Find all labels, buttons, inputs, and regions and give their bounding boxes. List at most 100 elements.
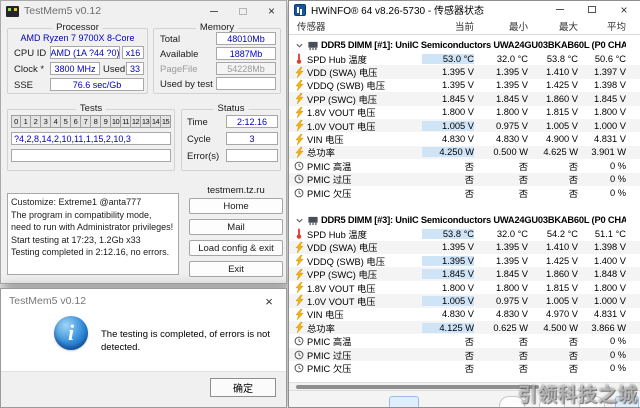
sensor-row[interactable]: VDD (SWA) 电压 1.395 V 1.395 V 1.410 V 1.397 V <box>289 65 640 79</box>
column-maximum[interactable]: 最大 <box>528 19 578 33</box>
sensor-row[interactable]: VDD (SWA) 电压 1.395 V 1.395 V 1.410 V 1.398 V <box>289 240 640 255</box>
hwinfo-app-icon <box>294 3 306 16</box>
toolbar-button[interactable] <box>539 396 565 407</box>
column-sensor[interactable]: 传感器 <box>297 19 422 33</box>
test-toggle-0[interactable]: 0 <box>11 115 21 128</box>
test-toggle-2[interactable]: 2 <box>31 115 41 128</box>
test-sequence-field[interactable]: ?4,2,8,14,2,10,11,1,15,2,10,3 <box>11 132 171 145</box>
test-toggle-3[interactable]: 3 <box>41 115 51 128</box>
sensor-column-header[interactable]: 传感器 当前 最小 最大 平均 <box>289 18 640 35</box>
memory-usedbytest-field[interactable] <box>216 77 276 90</box>
home-button[interactable]: Home <box>189 198 283 214</box>
testmem5-titlebar[interactable]: TestMem5 v0.12 × <box>1 1 286 21</box>
used-field[interactable]: 33 <box>126 62 144 75</box>
status-errors-field <box>226 149 278 162</box>
dialog-titlebar[interactable]: TestMem5 v0.12 × <box>1 289 286 313</box>
sensor-row[interactable]: VDDQ (SWB) 电压 1.395 V 1.395 V 1.425 V 1.398 … <box>289 79 640 92</box>
toolbar-button[interactable] <box>615 396 639 407</box>
exit-button[interactable]: Exit <box>189 261 283 277</box>
test-toggle-9[interactable]: 9 <box>101 115 111 128</box>
average-value: 1.800 V <box>593 107 626 118</box>
sensor-row[interactable]: PMIC 过压 否 否 否 0 % <box>289 347 640 362</box>
voltage-icon <box>293 79 305 91</box>
sensor-row[interactable]: SPD Hub 温度 53.8 °C 32.0 °C 54.2 °C 51.1 °C <box>289 227 640 240</box>
maximize-button[interactable] <box>228 2 257 21</box>
maximum-value: 1.815 V <box>545 107 578 118</box>
sensor-row[interactable]: VDDQ (SWB) 电压 1.395 V 1.395 V 1.425 V 1.400 … <box>289 254 640 267</box>
toolbar-button[interactable] <box>389 396 419 407</box>
sensor-row[interactable]: VIN 电压 4.830 V 4.830 V 4.970 V 4.831 V <box>289 308 640 321</box>
maximum-value: 1.410 V <box>545 67 578 78</box>
toolbar-button[interactable] <box>579 396 605 407</box>
sensor-row[interactable]: PMIC 欠压 否 否 否 0 % <box>289 186 640 199</box>
sensor-row[interactable]: 总功率 4.125 W 0.625 W 4.500 W 3.866 W <box>289 321 640 335</box>
sensor-row[interactable]: 1.0V VOUT 电压 1.005 V 0.975 V 1.005 V 1.000 V <box>289 294 640 308</box>
test-toggle-11[interactable]: 11 <box>121 115 131 128</box>
sensor-section-header[interactable]: DDR5 DIMM [#1]: UniIC Semiconductors UWA… <box>289 38 640 52</box>
test-toggle-13[interactable]: 13 <box>141 115 151 128</box>
sensor-label: PMIC 高温 <box>307 161 352 172</box>
minimum-value: 1.395 V <box>495 80 528 91</box>
minimize-button[interactable] <box>199 2 228 21</box>
sensor-row[interactable]: PMIC 过压 否 否 否 0 % <box>289 172 640 186</box>
test-toggle-4[interactable]: 4 <box>51 115 61 128</box>
sensor-label: PMIC 欠压 <box>307 188 352 199</box>
sensor-row[interactable]: VIN 电压 4.830 V 4.830 V 4.900 V 4.831 V <box>289 132 640 145</box>
test-toggle-5[interactable]: 5 <box>61 115 71 128</box>
test-toggle-1[interactable]: 1 <box>21 115 31 128</box>
sensor-row[interactable]: SPD Hub 温度 53.0 °C 32.0 °C 53.8 °C 50.6 °C <box>289 52 640 65</box>
sensor-row[interactable]: 1.0V VOUT 电压 1.005 V 0.975 V 1.005 V 1.000 V <box>289 118 640 133</box>
memory-total-field[interactable]: 48010Mb <box>216 32 276 45</box>
load-config-exit-button[interactable]: Load config & exit <box>189 240 283 256</box>
chevron-down-icon[interactable] <box>293 41 305 50</box>
column-current[interactable]: 当前 <box>422 19 474 33</box>
current-value: 1.800 V <box>441 282 474 293</box>
sensor-row[interactable]: VPP (SWC) 电压 1.845 V 1.845 V 1.860 V 1.845 V <box>289 92 640 106</box>
ram-icon <box>307 215 319 226</box>
close-button[interactable]: × <box>257 2 286 21</box>
hwinfo-maximize-button[interactable] <box>576 2 608 18</box>
sensor-row[interactable]: VPP (SWC) 电压 1.845 V 1.845 V 1.860 V 1.848 V <box>289 267 640 281</box>
status-cycle-field: 3 <box>226 132 278 145</box>
test-toggle-7[interactable]: 7 <box>81 115 91 128</box>
dialog-close-icon[interactable]: × <box>252 290 286 313</box>
hwinfo-minimize-button[interactable] <box>544 2 576 18</box>
status-time-field: 2:12.16 <box>226 115 278 128</box>
test-toggle-14[interactable]: 14 <box>151 115 161 128</box>
test-toggle-6[interactable]: 6 <box>71 115 81 128</box>
clock-field[interactable]: 3800 MHz <box>50 62 100 75</box>
scrollbar-thumb[interactable] <box>296 385 539 389</box>
sensor-row[interactable]: PMIC 欠压 否 否 否 0 % <box>289 361 640 374</box>
sensor-row[interactable]: 1.8V VOUT 电压 1.800 V 1.800 V 1.815 V 1.800 V <box>289 281 640 294</box>
mail-button[interactable]: Mail <box>189 219 283 235</box>
status-cycle-label: Cycle <box>187 134 211 145</box>
cpu-id-field[interactable]: AMD (1A ?44 ?0) <box>50 46 120 59</box>
average-value: 0 % <box>609 349 626 360</box>
site-link[interactable]: testmem.tz.ru <box>189 185 283 196</box>
test-toggle-12[interactable]: 12 <box>131 115 141 128</box>
test-toggle-8[interactable]: 8 <box>91 115 101 128</box>
test-extra-field[interactable] <box>11 149 171 162</box>
memory-pagefile-field: 54228Mb <box>216 62 276 75</box>
memory-available-field[interactable]: 1887Mb <box>216 47 276 60</box>
test-toggle-15[interactable]: 15 <box>161 115 171 128</box>
log-area[interactable]: Customize: Extreme1 @anta777 The program… <box>7 193 179 275</box>
sensor-row[interactable]: 1.8V VOUT 电压 1.800 V 1.800 V 1.815 V 1.800 V <box>289 106 640 119</box>
toolbar-button[interactable] <box>499 396 525 407</box>
hwinfo-titlebar[interactable]: HWiNFO® 64 v8.26-5730 - 传感器状态 × <box>289 1 640 18</box>
chevron-down-icon[interactable] <box>293 216 305 225</box>
hwinfo-close-button[interactable]: × <box>608 2 640 18</box>
multiplier-field[interactable]: x16 <box>122 46 144 59</box>
sensor-section-header[interactable]: DDR5 DIMM [#3]: UniIC Semiconductors UWA… <box>289 213 640 227</box>
ok-button[interactable]: 确定 <box>210 378 276 397</box>
sensor-row[interactable]: PMIC 高温 否 否 否 0 % <box>289 334 640 347</box>
sensor-row[interactable]: 总功率 4.250 W 0.500 W 4.625 W 3.901 W <box>289 145 640 160</box>
sse-field[interactable]: 76.6 sec/Gb <box>50 78 144 91</box>
column-average[interactable]: 平均 <box>578 19 626 33</box>
sensor-label: SPD Hub 温度 <box>307 54 367 65</box>
column-minimum[interactable]: 最小 <box>474 19 528 33</box>
log-line: Customize: Extreme1 @anta777 <box>11 197 142 207</box>
sensor-row[interactable]: PMIC 高温 否 否 否 0 % <box>289 159 640 172</box>
horizontal-scrollbar[interactable] <box>289 382 640 390</box>
test-toggle-10[interactable]: 10 <box>111 115 121 128</box>
